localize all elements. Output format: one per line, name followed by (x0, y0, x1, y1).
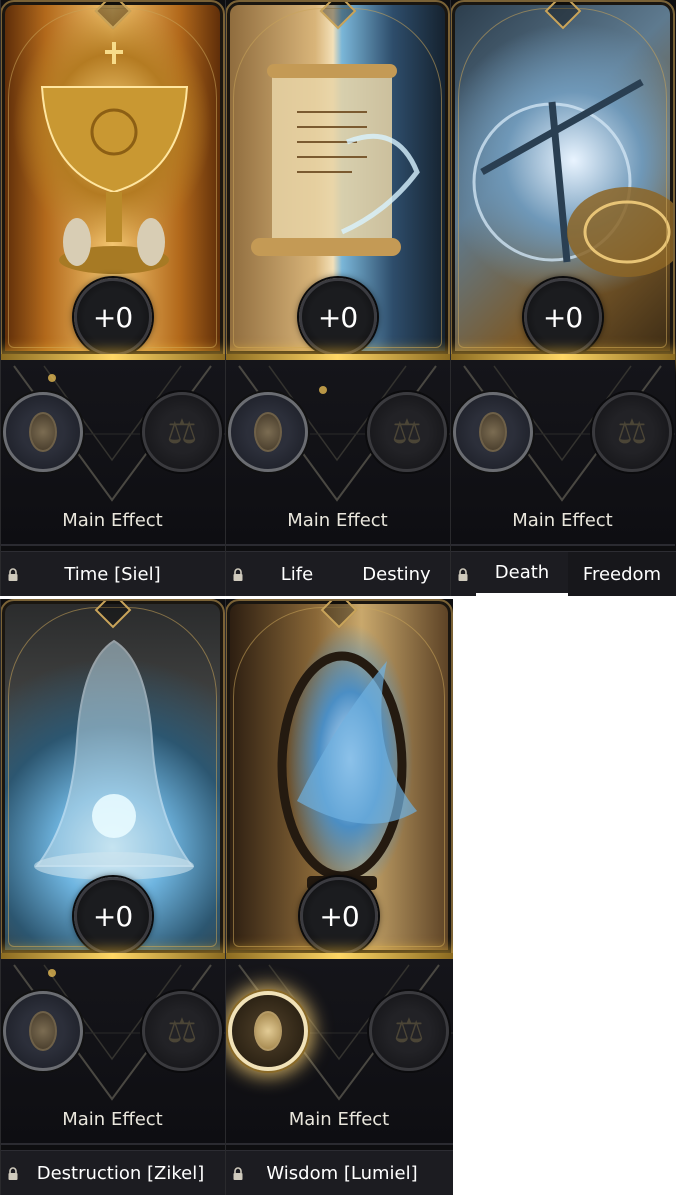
lock-icon (225, 1151, 251, 1195)
enhancement-badge: +0 (300, 877, 378, 953)
effect-panel: ⚖ Main Effect (225, 360, 450, 546)
card-death-freedom[interactable]: +0 ⚖ Main Effect Death Freedom (450, 0, 676, 596)
card-time[interactable]: +0 ⚖ Main Effect Time [Siel] (0, 0, 225, 596)
oval-gem-icon (254, 1011, 282, 1051)
main-effect-label: Main Effect (62, 510, 163, 531)
card-name-bar[interactable]: Wisdom [Lumiel] (225, 1150, 453, 1195)
oval-gem-icon (29, 412, 57, 452)
card-wisdom[interactable]: +0 ⚖ Main Effect Wisdom [Lumiel] (225, 599, 453, 1195)
card-name-bar[interactable]: Time [Siel] (0, 551, 225, 596)
card-artwork: +0 (225, 0, 450, 356)
effect-panel: ⚖ Main Effect (225, 959, 453, 1145)
effect-panel: ⚖ Main Effect (0, 959, 225, 1145)
scales-icon: ⚖ (166, 412, 198, 452)
enhancement-badge: +0 (73, 278, 152, 354)
effect-panel: ⚖ Main Effect (0, 360, 225, 546)
main-effect-slot[interactable] (228, 991, 308, 1071)
sub-effect-slot[interactable]: ⚖ (367, 392, 447, 472)
main-effect-slot[interactable] (3, 392, 83, 472)
divider (0, 1143, 225, 1145)
oval-gem-icon (29, 1011, 57, 1051)
scales-icon: ⚖ (393, 1011, 425, 1051)
sub-effect-slot[interactable]: ⚖ (142, 991, 222, 1071)
card-name: Time [Siel] (64, 563, 161, 585)
main-effect-slot[interactable] (3, 991, 83, 1071)
lock-icon (0, 552, 26, 596)
card-artwork: +0 (225, 599, 453, 955)
main-effect-label: Main Effect (287, 510, 388, 531)
main-effect-slot[interactable] (228, 392, 308, 472)
card-artwork: +0 (450, 0, 675, 356)
card-name-bar[interactable]: Destruction [Zikel] (0, 1150, 225, 1195)
effect-panel: ⚖ Main Effect (450, 360, 675, 546)
oval-gem-icon (479, 412, 507, 452)
divider (450, 544, 675, 546)
lock-icon (450, 552, 476, 596)
card-artwork: +0 (0, 599, 225, 955)
lock-icon (0, 1151, 26, 1195)
divider (225, 1143, 453, 1145)
oval-gem-icon (254, 412, 282, 452)
main-effect-label: Main Effect (512, 510, 613, 531)
card-name: Wisdom [Lumiel] (266, 1162, 418, 1184)
enhancement-badge: +0 (73, 877, 152, 953)
divider (225, 544, 450, 546)
card-destruction[interactable]: +0 ⚖ Main Effect Destruction [Zikel] (0, 599, 225, 1195)
card-grid: +0 ⚖ Main Effect Time [Siel] +0 ⚖ Main E… (0, 0, 676, 1195)
enhancement-badge: +0 (298, 278, 377, 354)
sub-effect-slot[interactable]: ⚖ (369, 991, 449, 1071)
sub-effect-slot[interactable]: ⚖ (142, 392, 222, 472)
card-name-bar: Death Freedom (450, 551, 676, 596)
main-effect-slot[interactable] (453, 392, 533, 472)
tab-destiny[interactable]: Destiny (343, 552, 450, 596)
tab-freedom[interactable]: Freedom (568, 552, 676, 596)
tab-life[interactable]: Life (251, 552, 343, 596)
main-effect-label: Main Effect (62, 1109, 163, 1130)
sub-effect-slot[interactable]: ⚖ (592, 392, 672, 472)
card-name: Destruction [Zikel] (36, 1162, 205, 1184)
card-name-bar: Life Destiny (225, 551, 450, 596)
card-artwork: +0 (0, 0, 225, 356)
scales-icon: ⚖ (391, 412, 423, 452)
card-life-destiny[interactable]: +0 ⚖ Main Effect Life Destiny (225, 0, 450, 596)
lock-icon (225, 552, 251, 596)
tab-death[interactable]: Death (476, 552, 568, 596)
scales-icon: ⚖ (616, 412, 648, 452)
divider (0, 544, 225, 546)
enhancement-badge: +0 (523, 278, 602, 354)
main-effect-label: Main Effect (288, 1109, 390, 1130)
scales-icon: ⚖ (166, 1011, 198, 1051)
